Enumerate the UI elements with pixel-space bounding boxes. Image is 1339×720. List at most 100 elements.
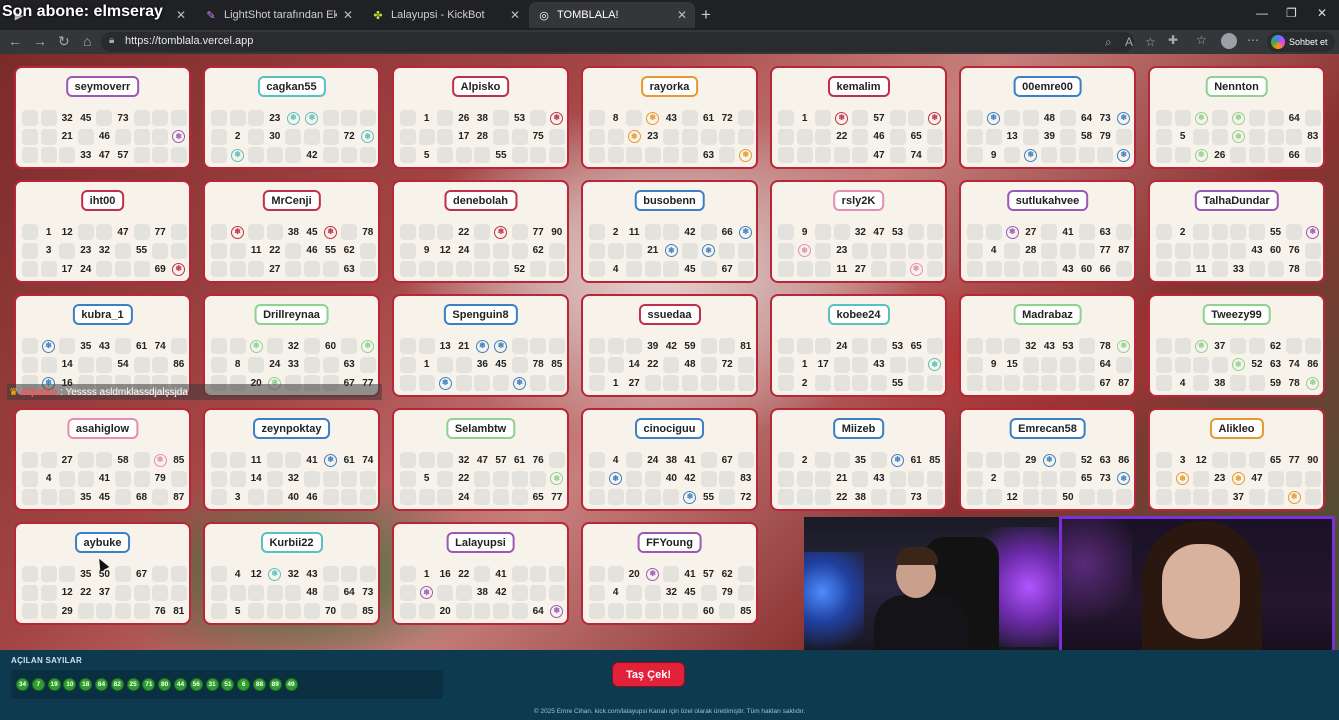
- marked-cell-icon: ❄: [152, 452, 168, 468]
- home-icon[interactable]: ⌂: [83, 33, 91, 49]
- marked-cell-icon: ❄: [323, 452, 339, 468]
- empty-cell: [474, 147, 491, 163]
- empty-cell: [229, 242, 246, 259]
- number-cell: 53: [514, 112, 526, 124]
- empty-cell: [40, 147, 57, 163]
- empty-cell: [1230, 338, 1247, 354]
- empty-cell: [285, 584, 302, 601]
- close-icon[interactable]: ✕: [677, 8, 687, 22]
- card-number-grid: 11 41 ❄ 61 74 14 32 3 40 46: [211, 452, 376, 505]
- bingo-card: asahiglow 27 58 ❄ 85 4 41 79 35 45 68 87: [14, 408, 191, 511]
- reload-icon[interactable]: ↻: [58, 33, 70, 50]
- number-cell: 65: [1270, 454, 1282, 466]
- empty-cell: [663, 489, 680, 505]
- copilot-chat-button[interactable]: Sohbet et: [1267, 32, 1335, 52]
- empty-cell: [40, 489, 57, 505]
- close-icon[interactable]: ✕: [343, 8, 353, 22]
- number-cell: 27: [269, 263, 281, 275]
- empty-cell: [719, 470, 736, 487]
- number-cell: 85: [551, 359, 563, 370]
- extensions-icon[interactable]: ✚: [1168, 33, 1178, 47]
- empty-cell: [77, 470, 94, 487]
- window-close-icon[interactable]: ✕: [1317, 6, 1327, 20]
- empty-cell: [152, 242, 169, 259]
- empty-cell: [1004, 242, 1021, 259]
- number-cell: 64: [1288, 112, 1300, 124]
- minimize-icon[interactable]: —: [1256, 6, 1268, 20]
- collections-icon[interactable]: ☆: [1196, 33, 1207, 47]
- zoom-icon[interactable]: ⌕: [1105, 35, 1112, 50]
- bingo-card: ssuedaa 39 42 59 81 14 22 48 72 1 27: [581, 294, 758, 397]
- restore-icon[interactable]: ❐: [1286, 6, 1297, 20]
- profile-avatar[interactable]: [1221, 33, 1237, 49]
- empty-cell: [437, 584, 454, 601]
- empty-cell: [967, 356, 983, 373]
- empty-cell: [737, 110, 754, 126]
- number-cell: 55: [495, 149, 507, 161]
- number-cell: 11: [1195, 263, 1207, 275]
- tab-lightshot[interactable]: ✎ LightShot tarafından Ekran Görünt ✕: [196, 2, 361, 28]
- empty-cell: [1156, 470, 1172, 487]
- number-cell: 45: [684, 587, 696, 598]
- tab-kickbot[interactable]: ✤ Lalayupsi - KickBot ✕: [363, 2, 528, 28]
- number-cell: 57: [873, 112, 885, 124]
- address-url[interactable]: https://tomblala.vercel.app: [125, 35, 253, 47]
- marked-cell-icon: ❄: [1305, 224, 1321, 240]
- number-cell: 60: [1270, 245, 1282, 256]
- new-tab-icon[interactable]: +: [701, 5, 711, 25]
- empty-cell: [1286, 338, 1303, 354]
- number-cell: 21: [458, 340, 470, 352]
- address-bar[interactable]: 🔒︎ https://tomblala.vercel.app ⌕ A ☆: [101, 32, 1156, 52]
- number-cell: 11: [250, 454, 262, 466]
- card-number-grid: 3 12 65 77 90 ❄ 23 ❄ 47 37 ❄: [1156, 452, 1321, 505]
- empty-cell: [548, 261, 565, 277]
- marked-cell-icon: ❄: [360, 129, 376, 145]
- empty-cell: [170, 338, 187, 354]
- close-icon[interactable]: ✕: [176, 8, 186, 22]
- empty-cell: [400, 452, 416, 468]
- number-cell: 4: [234, 568, 241, 580]
- empty-cell: [1230, 147, 1247, 163]
- empty-cell: [1248, 128, 1265, 145]
- empty-cell: [322, 356, 339, 373]
- empty-cell: [211, 128, 227, 145]
- empty-cell: [1156, 110, 1172, 126]
- number-cell: 69: [154, 263, 166, 275]
- number-cell: 57: [495, 454, 507, 466]
- empty-cell: [1115, 489, 1132, 505]
- marked-cell-icon: ❄: [890, 452, 906, 468]
- marked-cell-icon: ❄: [512, 375, 528, 391]
- forward-icon[interactable]: →: [33, 33, 47, 49]
- empty-cell: [1248, 452, 1265, 468]
- number-cell: 37: [1232, 491, 1244, 503]
- empty-cell: [1286, 224, 1303, 240]
- more-menu-icon[interactable]: ⋯: [1247, 33, 1259, 47]
- empty-cell: [303, 470, 320, 487]
- number-cell: 59: [684, 340, 696, 352]
- favorite-star-icon[interactable]: ☆: [1145, 35, 1156, 49]
- empty-cell: [40, 566, 57, 582]
- draw-number-button[interactable]: Taş Çek!: [613, 663, 684, 686]
- empty-cell: [511, 128, 528, 145]
- empty-cell: [1267, 489, 1284, 505]
- empty-cell: [322, 489, 339, 505]
- read-aloud-icon[interactable]: A: [1125, 35, 1133, 49]
- empty-cell: [229, 110, 246, 126]
- empty-cell: [77, 603, 94, 619]
- number-cell: 72: [721, 112, 733, 124]
- empty-cell: [341, 603, 358, 619]
- bingo-card: Miizeb 2 35 ❄ 61 85 21 43 22 38 73: [770, 408, 947, 511]
- number-cell: 8: [234, 359, 241, 370]
- empty-cell: [400, 224, 416, 240]
- number-cell: 83: [740, 473, 752, 484]
- number-cell: 73: [1099, 473, 1111, 484]
- number-cell: 32: [287, 568, 299, 580]
- marked-cell-icon: ❄: [645, 110, 661, 126]
- drawn-numbers-list: 34 7 19 10 18 84 82 25 71 80 44 56 31 51 6 88 89 49: [11, 670, 443, 699]
- back-icon[interactable]: ←: [8, 33, 22, 49]
- tab-tomblala[interactable]: ◎ TOMBLALA! ✕: [529, 2, 695, 28]
- empty-cell: [170, 470, 187, 487]
- empty-cell: [626, 261, 643, 277]
- close-icon[interactable]: ✕: [510, 8, 520, 22]
- marked-cell-icon: ❄: [1116, 471, 1132, 487]
